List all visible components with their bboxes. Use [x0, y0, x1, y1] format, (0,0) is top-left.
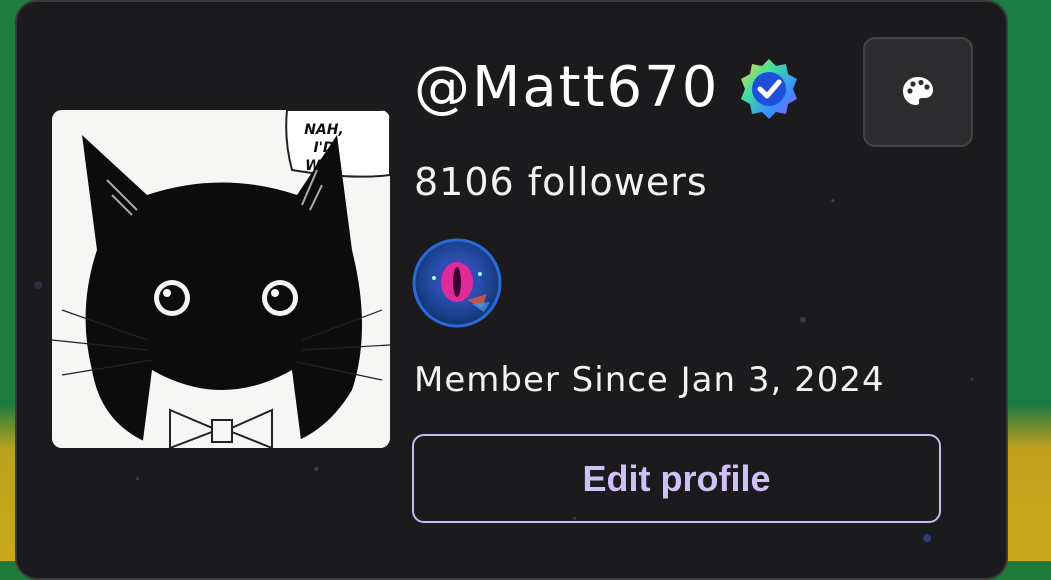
- cat-eye-orb-icon[interactable]: [412, 238, 502, 328]
- verified-badge-icon: [741, 59, 798, 119]
- palette-icon: [903, 77, 933, 105]
- theme-palette-button[interactable]: [863, 37, 973, 147]
- username: @Matt670: [414, 54, 720, 120]
- caption-line-1: NAH,: [304, 122, 344, 138]
- profile-card: NAH, I'D WIN. @Matt670: [15, 0, 1008, 580]
- member-since: Member Since Jan 3, 2024: [414, 360, 885, 400]
- username-row: @Matt670: [414, 47, 801, 127]
- edit-profile-button[interactable]: Edit profile: [412, 434, 941, 523]
- cat-avatar-image: NAH, I'D WIN.: [52, 110, 390, 448]
- followers-count[interactable]: 8106 followers: [414, 160, 708, 204]
- avatar[interactable]: NAH, I'D WIN.: [52, 110, 390, 448]
